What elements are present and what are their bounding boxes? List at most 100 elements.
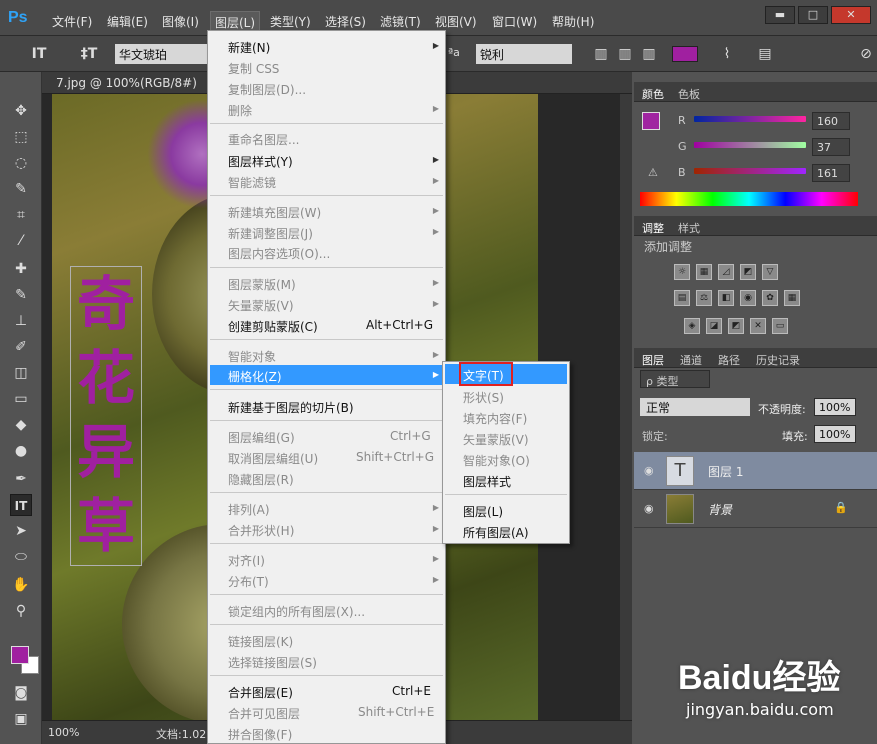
menu-item-copy-css[interactable]: 复制 CSS [228,60,279,77]
menu-item-select-linked-layers[interactable]: 选择链接图层(S) [228,654,317,671]
menu-item-flatten-image[interactable]: 拼合图像(F) [228,726,292,743]
menu-item-align[interactable]: 对齐(I) [228,552,265,569]
vertical-scrollbar[interactable] [620,94,632,720]
hue-saturation-icon[interactable]: ▤ [674,290,690,306]
quick-mask-icon[interactable]: ◙ [10,682,32,704]
menu-view[interactable]: 视图(V) [435,13,477,30]
eraser-tool-icon[interactable]: ◫ [10,362,32,384]
character-panel-icon[interactable]: ▤ [754,43,776,65]
align-center-icon[interactable]: ▥ [614,43,636,65]
menu-item-layer-content-options[interactable]: 图层内容选项(O)... [228,245,330,262]
menu-item-merge-visible[interactable]: 合并可见图层 [228,705,300,722]
menu-item-new-fill-layer[interactable]: 新建填充图层(W) [228,204,321,221]
submenu-item-shape[interactable]: 形状(S) [463,389,504,406]
layer-row[interactable]: ◉ 背景 🔒 [634,490,877,528]
tab-channels[interactable]: 通道 [680,352,702,368]
move-tool-icon[interactable]: ✥ [10,100,32,122]
b-value-input[interactable]: 161 [812,164,850,182]
b-slider[interactable] [694,168,806,174]
dodge-tool-icon[interactable]: ● [10,440,32,462]
selective-color-icon[interactable]: ✕ [750,318,766,334]
restore-button[interactable]: □ [798,6,828,24]
submenu-item-layer-style[interactable]: 图层样式 [463,473,511,490]
submenu-item-text[interactable]: 文字(T) [463,367,504,384]
toggle-orientation-icon[interactable]: ‡T [78,43,100,65]
menu-item-smart-object[interactable]: 智能对象 [228,348,276,365]
brush-tool-icon[interactable]: ✎ [10,284,32,306]
color-balance-icon[interactable]: ⚖ [696,290,712,306]
menu-item-new[interactable]: 新建(N) [228,39,270,56]
submenu-item-smart-object[interactable]: 智能对象(O) [463,452,530,469]
layer-filter-select[interactable]: ρ 类型 [640,370,710,388]
levels-icon[interactable]: ▦ [696,264,712,280]
menu-item-link-layers[interactable]: 链接图层(K) [228,633,293,650]
text-color-swatch[interactable] [672,46,698,62]
invert-icon[interactable]: ◈ [684,318,700,334]
history-brush-tool-icon[interactable]: ✐ [10,336,32,358]
layer-row[interactable]: ◉ T 图层 1 [634,452,877,490]
submenu-item-vector-mask[interactable]: 矢量蒙版(V) [463,431,529,448]
fill-input[interactable]: 100% [814,425,856,443]
crop-tool-icon[interactable]: ⌗ [10,204,32,226]
gradient-tool-icon[interactable]: ▭ [10,388,32,410]
r-slider[interactable] [694,116,806,122]
menu-help[interactable]: 帮助(H) [552,13,594,30]
vibrance-icon[interactable]: ▽ [762,264,778,280]
menu-item-combine-shapes[interactable]: 合并形状(H) [228,522,294,539]
menu-type[interactable]: 类型(Y) [270,13,311,30]
opacity-input[interactable]: 100% [814,398,856,416]
menu-file[interactable]: 文件(F) [52,13,92,30]
text-layer-bounding-box[interactable]: 奇 花 异 草 [70,266,142,566]
type-tool-icon[interactable]: IT [10,494,32,516]
zoom-level[interactable]: 100% [48,726,79,739]
menu-select[interactable]: 选择(S) [325,13,366,30]
pen-tool-icon[interactable]: ✒ [10,468,32,490]
ellipse-tool-icon[interactable]: ⬭ [10,546,32,568]
menu-item-merge-layers[interactable]: 合并图层(E) [228,684,293,701]
menu-item-vector-mask[interactable]: 矢量蒙版(V) [228,297,294,314]
lasso-tool-icon[interactable]: ◌ [10,152,32,174]
align-right-icon[interactable]: ▥ [638,43,660,65]
menu-item-lock-all-layers[interactable]: 锁定组内的所有图层(X)... [228,603,365,620]
zoom-tool-icon[interactable]: ⚲ [10,600,32,622]
submenu-item-fill-content[interactable]: 填充内容(F) [463,410,527,427]
menu-item-new-layer-based-slice[interactable]: 新建基于图层的切片(B) [228,399,354,416]
posterize-icon[interactable]: ◪ [706,318,722,334]
menu-item-delete[interactable]: 删除 [228,102,252,119]
submenu-item-all-layers[interactable]: 所有图层(A) [463,524,529,541]
menu-edit[interactable]: 编辑(E) [107,13,148,30]
warp-text-icon[interactable]: ⌇ [716,43,738,65]
marquee-tool-icon[interactable]: ⬚ [10,126,32,148]
menu-item-arrange[interactable]: 排列(A) [228,501,270,518]
g-value-input[interactable]: 37 [812,138,850,156]
healing-brush-tool-icon[interactable]: ✚ [10,258,32,280]
curves-icon[interactable]: ◿ [718,264,734,280]
minimize-button[interactable]: ▬ [765,6,795,24]
gradient-map-icon[interactable]: ▭ [772,318,788,334]
clone-stamp-tool-icon[interactable]: ⊥ [10,310,32,332]
eyedropper-tool-icon[interactable]: ⁄ [10,230,32,252]
brightness-icon[interactable]: ☼ [674,264,690,280]
threshold-icon[interactable]: ◩ [728,318,744,334]
black-white-icon[interactable]: ◧ [718,290,734,306]
align-left-icon[interactable]: ▥ [590,43,612,65]
menu-item-rename-layer[interactable]: 重命名图层... [228,131,299,148]
color-lookup-icon[interactable]: ▦ [784,290,800,306]
hand-tool-icon[interactable]: ✋ [10,574,32,596]
quick-select-tool-icon[interactable]: ✎ [10,178,32,200]
tab-paths[interactable]: 路径 [718,352,740,368]
submenu-item-layer[interactable]: 图层(L) [463,503,503,520]
menu-window[interactable]: 窗口(W) [492,13,537,30]
g-slider[interactable] [694,142,806,148]
tab-swatches[interactable]: 色板 [678,86,700,102]
menu-item-duplicate-layer[interactable]: 复制图层(D)... [228,81,306,98]
blend-mode-select[interactable]: 正常 [640,398,750,416]
tab-adjustments[interactable]: 调整 [642,220,664,236]
menu-item-rasterize[interactable]: 栅格化(Z) [228,368,282,385]
menu-item-ungroup-layers[interactable]: 取消图层编组(U) [228,450,318,467]
r-value-input[interactable]: 160 [812,112,850,130]
tab-color[interactable]: 颜色 [642,86,664,102]
fg-color-preview[interactable] [642,112,660,130]
menu-item-layer-style[interactable]: 图层样式(Y) [228,153,293,170]
color-spectrum[interactable] [640,192,858,206]
